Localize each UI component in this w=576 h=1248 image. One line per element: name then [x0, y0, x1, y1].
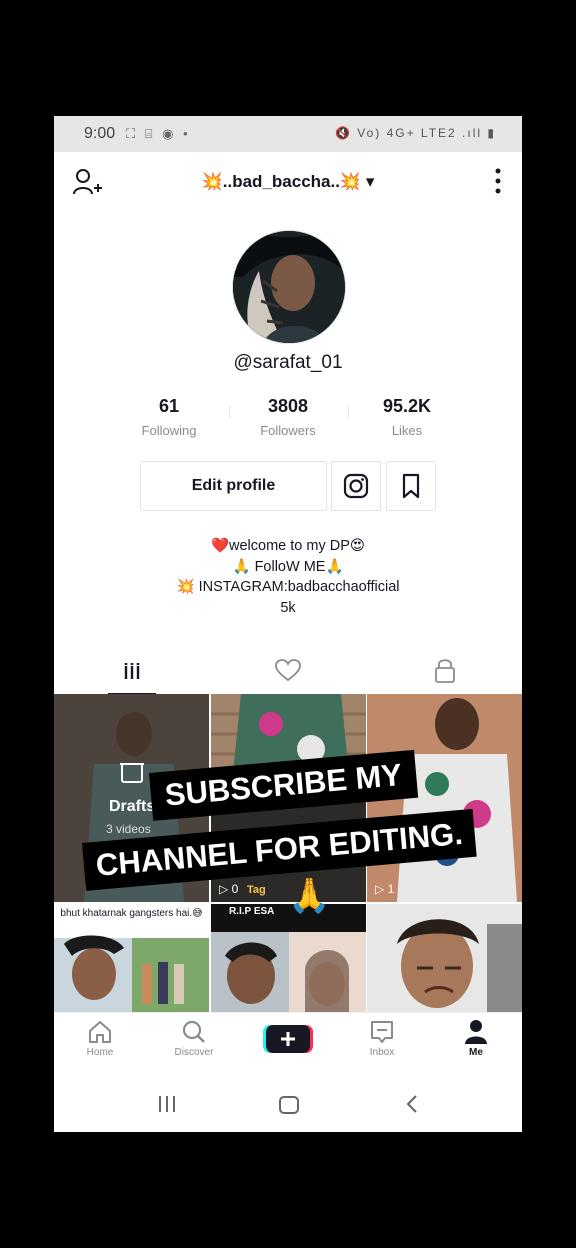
stat-following[interactable]: 61 Following: [109, 396, 229, 438]
video-thumbnail: [211, 694, 366, 902]
video-tile[interactable]: bhut khatarnak gangsters hai.😅: [54, 904, 209, 1012]
profile-bio: ❤️welcome to my DP😍 🙏 FolloW ME🙏 💥 INSTA…: [54, 536, 522, 618]
more-options-icon[interactable]: [494, 168, 502, 194]
bookmark-icon: [402, 473, 420, 499]
drafts-label: Drafts: [109, 798, 156, 815]
drafts-tile[interactable]: Drafts 3 videos: [54, 694, 209, 902]
system-nav-icons: [159, 1095, 417, 1114]
profile-header: 💥..bad_baccha..💥 ▾: [54, 152, 522, 210]
status-time: 9:00: [84, 125, 116, 142]
avatar-image: [233, 231, 345, 343]
nav-label: Inbox: [369, 1047, 395, 1058]
home-button-icon: [279, 1096, 299, 1114]
create-button[interactable]: [248, 1023, 328, 1057]
status-bar: 9:00 ⛶ ⌸ ◉ • 🔇 Vo) 4G+ LTE2 .ıll ▮: [54, 116, 522, 152]
nav-discover[interactable]: Discover: [154, 1019, 234, 1058]
stat-label: Followers: [260, 423, 316, 438]
stat-likes[interactable]: 95.2K Likes: [347, 396, 467, 438]
home-icon: [89, 1021, 111, 1043]
stat-value: 3808: [267, 396, 309, 416]
video-tile[interactable]: ▷ 1: [367, 694, 522, 902]
status-left-icons: ⛶ ⌸ ◉ •: [126, 126, 191, 141]
profile-tabs: [54, 646, 522, 695]
nav-home[interactable]: Home: [60, 1019, 140, 1058]
edit-profile-button[interactable]: Edit profile: [140, 461, 327, 511]
video-thumbnail: [367, 694, 522, 902]
video-tile[interactable]: R.I.P ESA: [211, 904, 366, 1012]
nav-label: Me: [469, 1047, 483, 1058]
stat-divider: [229, 406, 230, 418]
heart-icon: [275, 659, 301, 682]
plus-icon: [263, 1025, 313, 1053]
system-nav-bar: [54, 1072, 522, 1132]
favorites-button[interactable]: [386, 461, 436, 511]
video-thumbnail: [367, 904, 522, 1012]
recent-apps-icon: [159, 1096, 175, 1112]
stat-divider: [348, 406, 349, 418]
view-count: ▷ 1: [375, 882, 395, 896]
video-caption: R.I.P ESA: [229, 906, 275, 917]
nav-label: Home: [86, 1047, 114, 1058]
stat-label: Following: [141, 423, 197, 438]
tab-private[interactable]: [366, 646, 522, 694]
bio-line: 🙏 FolloW ME🙏: [232, 558, 344, 575]
video-tile[interactable]: [367, 904, 522, 1012]
video-grid: Drafts 3 videos ▷ 0 Tag ▷ 1 bhut khatarn…: [54, 694, 522, 1012]
view-count: ▷ 0: [219, 882, 239, 896]
nav-label: Discover: [174, 1047, 214, 1058]
nav-inbox[interactable]: Inbox: [342, 1019, 422, 1058]
tab-videos[interactable]: [54, 646, 210, 695]
inbox-icon: [371, 1021, 393, 1043]
tab-liked[interactable]: [210, 646, 366, 694]
search-icon: [182, 1020, 205, 1043]
nav-me[interactable]: Me: [436, 1019, 516, 1058]
profile-stats: 61 Following 3808 Followers 95.2K Likes: [54, 396, 522, 446]
avatar[interactable]: [232, 230, 346, 344]
person-icon: [465, 1020, 487, 1044]
video-tile[interactable]: ▷ 0 Tag: [211, 694, 366, 902]
stat-value: 95.2K: [382, 396, 432, 416]
drafts-count: 3 videos: [106, 822, 151, 836]
stat-followers[interactable]: 3808 Followers: [228, 396, 348, 438]
video-thumbnail: [211, 904, 366, 1012]
account-switcher[interactable]: 💥..bad_baccha..💥 ▾: [54, 172, 522, 192]
video-tag: Tag: [247, 884, 266, 896]
bio-line: ❤️welcome to my DP😍: [210, 538, 366, 554]
back-icon: [406, 1095, 417, 1113]
profile-handle: @sarafat_01: [233, 352, 343, 373]
bio-line[interactable]: 💥 INSTAGRAM:badbacchaofficial: [54, 577, 522, 598]
chevron-down-icon: ▾: [365, 172, 375, 191]
instagram-icon: [343, 473, 369, 499]
phone-screen: 9:00 ⛶ ⌸ ◉ • 🔇 Vo) 4G+ LTE2 .ıll ▮ 💥..ba…: [54, 116, 522, 1132]
lock-icon: [435, 659, 455, 683]
status-right-icons: 🔇 Vo) 4G+ LTE2 .ıll ▮: [334, 126, 496, 140]
stat-label: Likes: [391, 423, 423, 438]
bottom-nav: Home Discover Inbox Me: [54, 1012, 522, 1073]
stat-value: 61: [158, 396, 180, 416]
grid-icon: [124, 663, 140, 679]
header-username: 💥..bad_baccha..💥: [201, 172, 362, 191]
video-caption: bhut khatarnak gangsters hai.😅: [60, 908, 203, 919]
bio-line: 5k: [280, 599, 296, 616]
instagram-button[interactable]: [331, 461, 381, 511]
